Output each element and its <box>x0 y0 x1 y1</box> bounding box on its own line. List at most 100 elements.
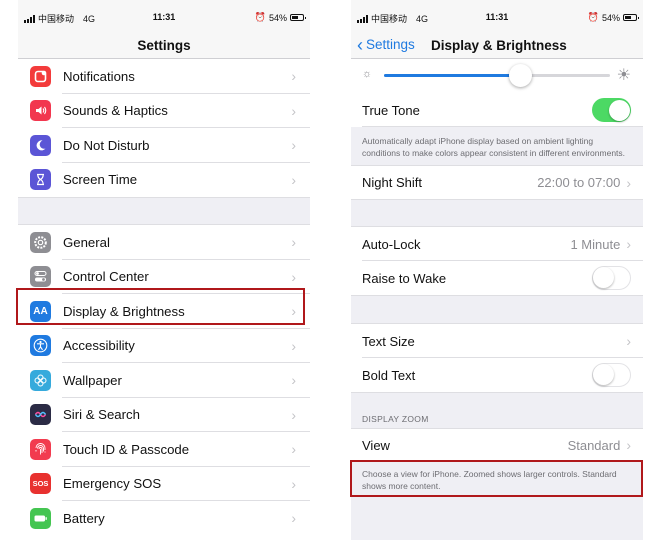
battery-status-icon <box>290 14 306 21</box>
highlight-view-row <box>350 460 643 497</box>
speaker-icon <box>30 100 51 122</box>
settings-row-general[interactable]: General › <box>18 225 310 260</box>
chevron-right-icon: › <box>626 437 631 453</box>
settings-row-label: Emergency SOS <box>63 476 162 492</box>
battery-icon <box>30 507 51 529</box>
page-title: Settings <box>137 38 191 53</box>
true-tone-row: True Tone <box>351 93 643 127</box>
night-shift-value: 22:00 to 07:00 <box>537 175 621 190</box>
text-size-row[interactable]: Text Size › <box>351 324 643 358</box>
sos-icon: SOS <box>30 473 51 495</box>
settings-row-label: Sounds & Haptics <box>63 103 168 119</box>
true-tone-note: Automatically adapt iPhone display based… <box>362 136 626 158</box>
alarm-icon: ⏰ <box>587 12 599 22</box>
fingerprint-icon <box>30 438 51 460</box>
view-row[interactable]: View Standard › <box>351 428 643 462</box>
raise-to-wake-label: Raise to Wake <box>362 270 447 286</box>
settings-screen: 中国移动 4G 11:31 ⏰ 54% Settings Notificatio… <box>18 0 310 540</box>
sun-large-icon: ☀ <box>616 67 631 84</box>
settings-row-siri-search[interactable]: Siri & Search › <box>18 397 310 432</box>
true-tone-label: True Tone <box>362 102 420 118</box>
status-bar: 中国移动 4G 11:31 ⏰ 54% <box>18 0 310 34</box>
alarm-icon: ⏰ <box>254 12 266 22</box>
settings-row-battery[interactable]: Battery › <box>18 501 310 536</box>
settings-group-1: Notifications › Sounds & Haptics › Do Not Di… <box>18 59 310 197</box>
moon-icon <box>30 134 51 156</box>
settings-row-notifications[interactable]: Notifications › <box>18 59 310 94</box>
notifications-icon <box>30 65 51 87</box>
status-bar: 中国移动 4G 11:31 ⏰ 54% <box>351 0 643 34</box>
siri-icon <box>30 404 51 426</box>
chevron-right-icon: › <box>291 137 296 154</box>
chevron-left-icon: ‹ <box>357 34 363 55</box>
night-shift-label: Night Shift <box>362 175 422 190</box>
accessibility-icon <box>30 335 51 357</box>
back-button[interactable]: ‹ Settings <box>357 34 415 55</box>
auto-lock-row[interactable]: Auto-Lock 1 Minute › <box>351 227 643 261</box>
battery-percent: 54% <box>601 12 620 23</box>
toggles-icon <box>30 266 51 288</box>
settings-row-label: Control Center <box>63 269 149 285</box>
gear-icon <box>30 231 51 253</box>
settings-row-label: Accessibility <box>63 338 135 354</box>
settings-row-label: Notifications <box>63 68 135 84</box>
text-size-label: Text Size <box>362 333 415 349</box>
view-label: View <box>362 437 390 453</box>
wallpaper-flower-icon <box>30 369 51 391</box>
group-spacer <box>351 295 643 324</box>
chevron-right-icon: › <box>291 406 296 423</box>
brightness-row: ☼ ☀ <box>351 59 643 93</box>
settings-row-emergency-sos[interactable]: SOS Emergency SOS › <box>18 466 310 501</box>
settings-row-wallpaper[interactable]: Wallpaper › <box>18 363 310 398</box>
nav-bar: Settings <box>18 34 310 59</box>
raise-to-wake-toggle[interactable] <box>592 266 631 290</box>
settings-row-screen-time[interactable]: Screen Time › <box>18 162 310 197</box>
brightness-fill <box>384 74 520 77</box>
hourglass-icon <box>30 169 51 191</box>
settings-row-do-not-disturb[interactable]: Do Not Disturb › <box>18 128 310 163</box>
true-tone-toggle[interactable] <box>592 98 631 122</box>
settings-row-label: Touch ID & Passcode <box>63 441 190 457</box>
brightness-slider[interactable] <box>384 64 610 87</box>
settings-row-label: Battery <box>63 510 105 526</box>
chevron-right-icon: › <box>291 510 296 527</box>
sun-small-icon: ☼ <box>362 68 373 80</box>
chevron-right-icon: › <box>626 174 631 191</box>
battery-percent: 54% <box>268 12 287 23</box>
settings-row-touch-id-passcode[interactable]: Touch ID & Passcode › <box>18 432 310 467</box>
settings-row-label: Siri & Search <box>63 407 140 423</box>
chevron-right-icon: › <box>291 475 296 492</box>
chevron-right-icon: › <box>291 337 296 354</box>
view-value: Standard <box>567 437 621 453</box>
settings-group-2: General › Control Center › AA Display & Brigh… <box>18 225 310 536</box>
settings-row-accessibility[interactable]: Accessibility › <box>18 328 310 363</box>
page-title: Display & Brightness <box>431 38 567 53</box>
chevron-right-icon: › <box>626 333 631 349</box>
bold-text-row: Bold Text <box>351 358 643 392</box>
settings-row-label: Wallpaper <box>63 372 122 388</box>
group-spacer <box>18 197 310 225</box>
settings-row-label: General <box>63 234 110 250</box>
auto-lock-label: Auto-Lock <box>362 236 421 252</box>
chevron-right-icon: › <box>291 102 296 119</box>
night-shift-row[interactable]: Night Shift 22:00 to 07:00 › <box>351 165 643 199</box>
raise-to-wake-row: Raise to Wake <box>351 261 643 295</box>
bold-text-toggle[interactable] <box>592 363 631 387</box>
display-zoom-header: DISPLAY ZOOM <box>362 414 429 424</box>
chevron-right-icon: › <box>291 68 296 85</box>
settings-row-sounds-haptics[interactable]: Sounds & Haptics › <box>18 93 310 128</box>
chevron-right-icon: › <box>291 268 296 285</box>
highlight-display-brightness <box>16 288 305 325</box>
brightness-thumb[interactable] <box>508 64 532 87</box>
display-brightness-screen: 中国移动 4G 11:31 ⏰ 54% ‹ Settings Display &… <box>351 0 643 540</box>
chevron-right-icon: › <box>291 171 296 188</box>
chevron-right-icon: › <box>291 441 296 458</box>
settings-row-label: Do Not Disturb <box>63 137 150 153</box>
settings-row-label: Screen Time <box>63 172 138 188</box>
bold-text-label: Bold Text <box>362 367 416 383</box>
group-spacer <box>351 199 643 227</box>
nav-bar: ‹ Settings Display & Brightness <box>351 34 643 59</box>
chevron-right-icon: › <box>291 372 296 389</box>
back-label: Settings <box>366 37 415 52</box>
battery-status-icon <box>623 14 639 21</box>
